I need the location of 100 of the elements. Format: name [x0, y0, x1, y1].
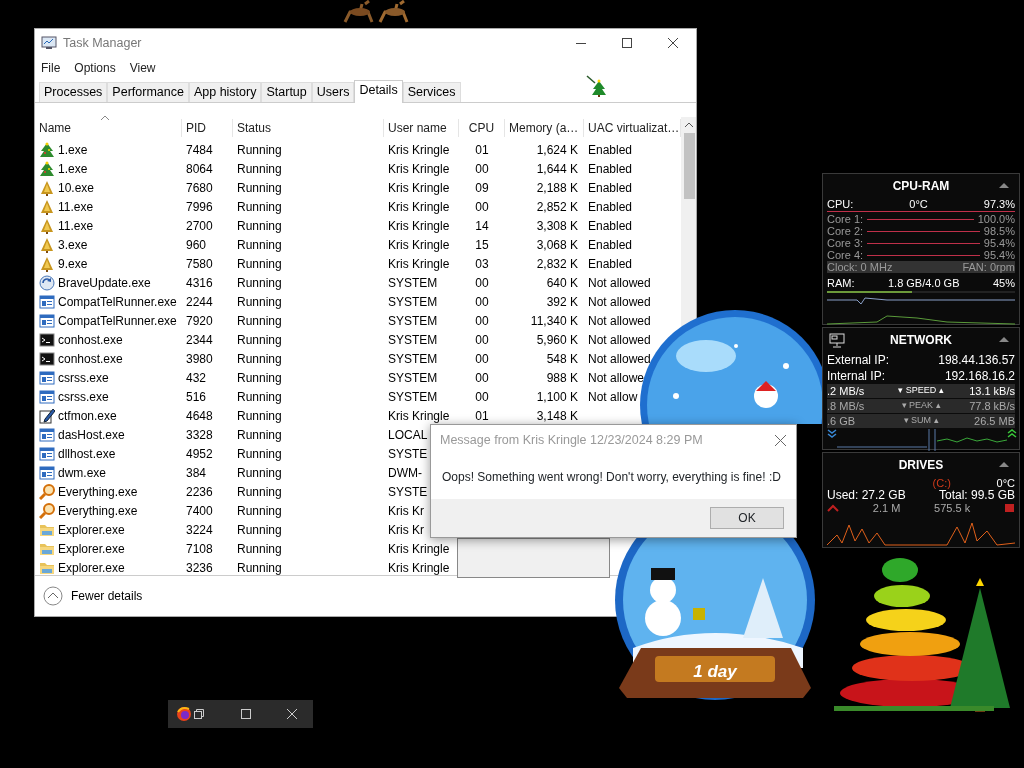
gadget-text: RAM:: [827, 277, 855, 289]
table-cell: 7680: [186, 180, 213, 195]
column-header[interactable]: PID: [182, 118, 233, 137]
table-cell: 4952: [186, 446, 213, 461]
collapse-icon[interactable]: [999, 337, 1009, 342]
window-icon: [39, 312, 55, 329]
collapse-icon[interactable]: [43, 586, 63, 606]
table-cell: Running: [237, 199, 282, 214]
table-cell: Enabled: [588, 199, 633, 214]
table-cell: 00: [475, 332, 489, 347]
table-cell-text: 3.exe: [58, 236, 88, 254]
window-icon: [39, 369, 55, 386]
app-icon: [41, 35, 57, 51]
tree-icon: [586, 75, 607, 97]
panel-title: CPU-RAM: [892, 178, 950, 195]
table-cell: SYSTEM: [388, 389, 438, 404]
restore-icon[interactable]: [194, 709, 204, 719]
column-header[interactable]: Name: [35, 118, 182, 137]
table-cell: Not allowed: [588, 351, 651, 366]
table-cell: 2344: [186, 332, 213, 347]
table-cell: Not allowed: [588, 313, 651, 328]
tab[interactable]: Performance: [107, 82, 189, 102]
table-cell-text: Everything.exe: [58, 483, 138, 501]
scroll-up-icon[interactable]: [684, 122, 694, 128]
pen-icon: [39, 407, 55, 424]
window-icon: [39, 293, 55, 310]
gadget-text: 198.44.136.57: [938, 354, 1015, 366]
table-cell-text: BraveUpdate.exe: [58, 274, 151, 292]
app-icon[interactable]: [176, 706, 192, 722]
table-cell: 11,340 K: [530, 313, 578, 328]
table-cell-text: 1.exe: [58, 160, 88, 178]
table-cell: Running: [237, 503, 282, 518]
table-cell-text: conhost.exe: [58, 331, 123, 349]
tree-icon: [39, 141, 55, 158]
table-cell: 00: [475, 370, 489, 385]
column-header[interactable]: User name: [384, 118, 459, 137]
table-cell: 2236: [186, 484, 213, 499]
close-icon[interactable]: [775, 434, 786, 446]
gadget-text: 575.5 k: [934, 502, 971, 514]
tab[interactable]: Processes: [39, 82, 108, 102]
collapse-icon[interactable]: [999, 462, 1009, 467]
column-header[interactable]: Status: [233, 118, 384, 137]
table-cell: 2700: [186, 218, 213, 233]
table-cell: 7108: [186, 541, 213, 556]
menu-item[interactable]: Options: [74, 59, 116, 77]
table-cell: Running: [237, 370, 282, 385]
table-cell-text: CompatTelRunner.exe: [58, 293, 177, 311]
table-cell: SYSTE: [388, 484, 428, 499]
table-cell: Running: [237, 427, 282, 442]
ok-button[interactable]: OK: [710, 507, 784, 529]
gadget-text: 192.168.16.2: [944, 370, 1015, 382]
table-cell: Not allowe: [588, 370, 645, 385]
table-cell: Running: [237, 465, 282, 480]
scrollbar-thumb[interactable]: [684, 133, 695, 199]
upload-icon: [1007, 429, 1017, 438]
menu-item[interactable]: File: [41, 59, 61, 77]
table-cell: 2,832 K: [536, 256, 578, 271]
table-cell-text: 11.exe: [58, 198, 94, 216]
tab[interactable]: Details: [354, 80, 403, 103]
gadget-text: ▾ PEAK ▴: [901, 400, 941, 411]
tab[interactable]: Startup: [261, 82, 312, 102]
table-cell-text: dwm.exe: [58, 464, 107, 482]
table-cell: 01: [475, 142, 489, 157]
table-cell: 01: [475, 408, 489, 423]
cone-icon: [39, 198, 55, 215]
table-cell-text: dllhost.exe: [58, 445, 116, 463]
table-cell: 3,308 K: [536, 218, 578, 233]
table-cell: 3,148 K: [536, 408, 578, 423]
gadget-text: ▾ SPEED ▴: [898, 385, 944, 396]
tab[interactable]: Services: [402, 82, 461, 102]
console-icon: [39, 350, 55, 367]
gadget-text: Clock: 0 MHz: [827, 261, 893, 273]
collapse-icon[interactable]: [999, 183, 1009, 188]
maximize-icon[interactable]: [622, 38, 632, 48]
close-icon[interactable]: [668, 38, 678, 48]
gadget-text: 2.1 M: [872, 502, 901, 514]
tab[interactable]: App history: [188, 82, 262, 102]
table-cell: Running: [237, 408, 282, 423]
menu-item[interactable]: View: [129, 59, 156, 77]
tab[interactable]: Users: [311, 82, 355, 102]
table-cell: Kris Kringle: [388, 142, 450, 157]
fewer-details-link[interactable]: Fewer details: [71, 587, 143, 605]
table-cell: Kris Kringle: [388, 256, 450, 271]
column-header[interactable]: Memory (a…: [505, 118, 584, 137]
window-icon: [39, 445, 55, 462]
table-cell: Not allow: [588, 389, 638, 404]
magnifier-icon: [39, 483, 55, 500]
table-cell: Kris Kr: [388, 503, 424, 518]
window-icon: [39, 426, 55, 443]
table-cell: Enabled: [588, 161, 633, 176]
table-cell: 432: [186, 370, 207, 385]
gadget-text: .6 GB: [827, 414, 856, 427]
table-cell: Kris Kr: [388, 522, 424, 537]
gadget-text: Internal IP:: [827, 370, 886, 382]
table-cell: Running: [237, 142, 282, 157]
table-cell: Running: [237, 332, 282, 347]
column-header[interactable]: CPU: [459, 118, 505, 137]
table-cell: Running: [237, 256, 282, 271]
gadget-text: 97.3%: [983, 198, 1015, 210]
gadget-text: FAN: 0rpm: [962, 261, 1015, 273]
